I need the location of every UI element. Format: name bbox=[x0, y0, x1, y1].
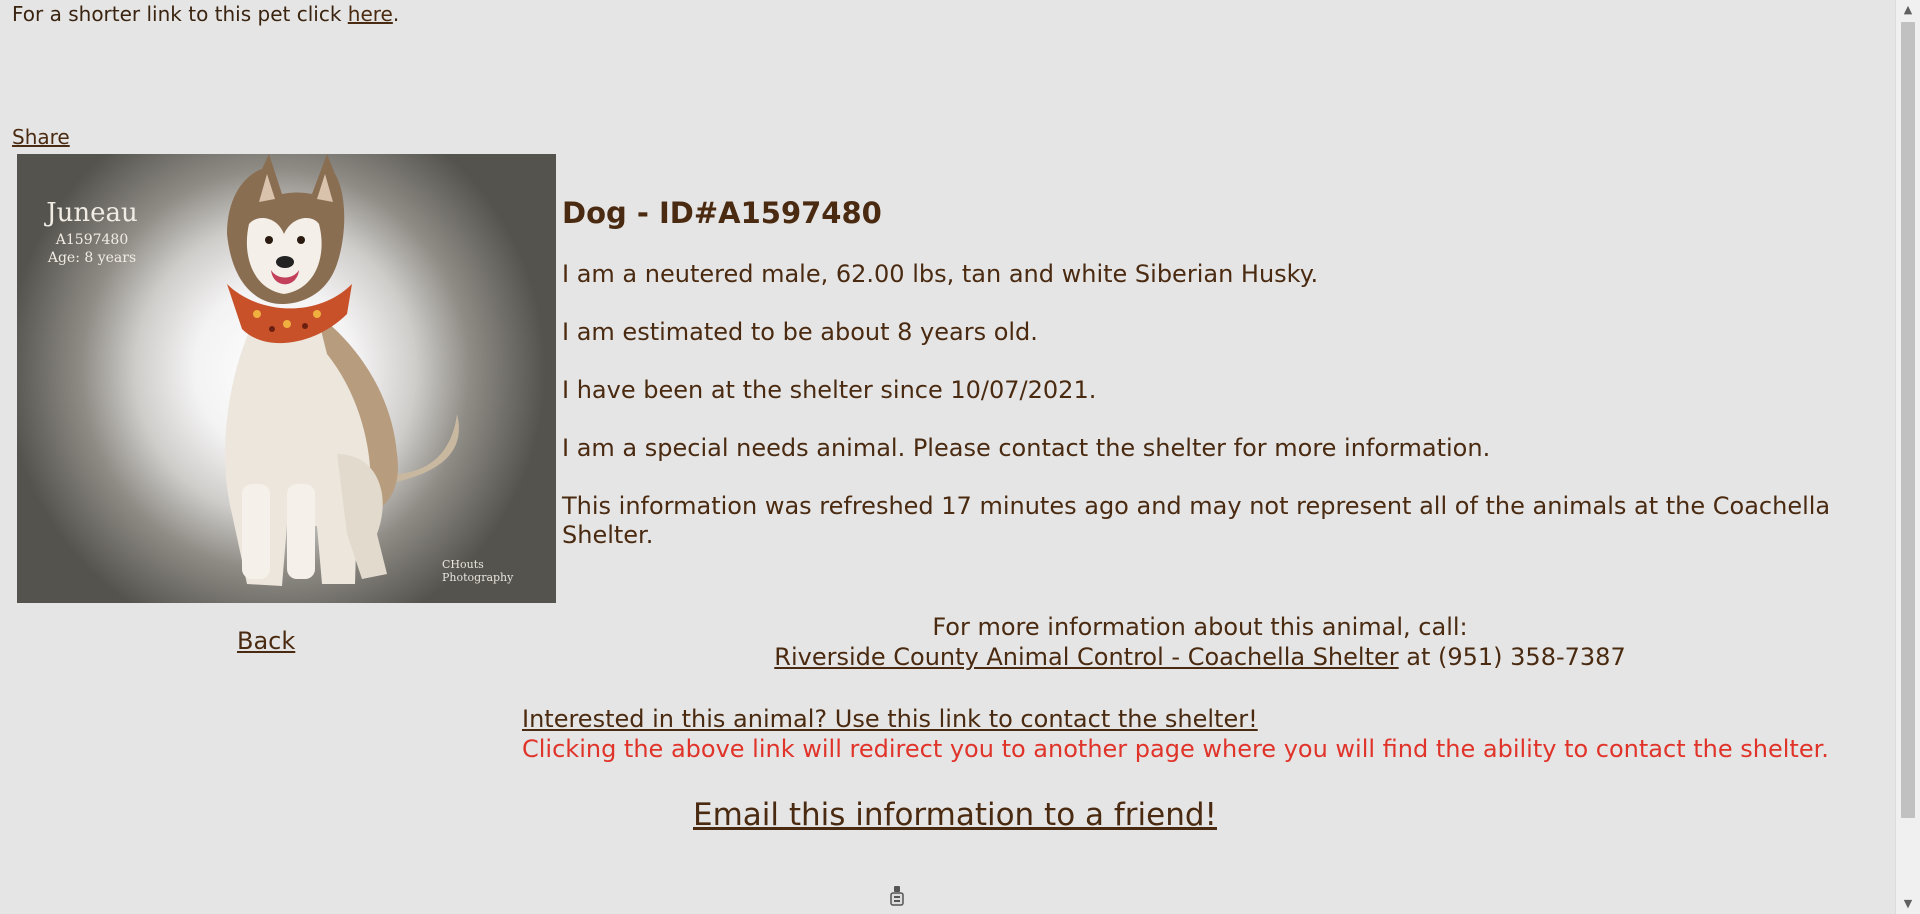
email-friend-link[interactable]: Email this information to a friend! bbox=[693, 797, 1217, 833]
animal-special-needs: I am a special needs animal. Please cont… bbox=[562, 434, 1491, 462]
animal-age: I am estimated to be about 8 years old. bbox=[562, 318, 1038, 346]
refresh-note: This information was refreshed 17 minute… bbox=[562, 492, 1831, 549]
vertical-scrollbar[interactable]: ▲ ▼ bbox=[1895, 0, 1920, 914]
animal-intake-date: I have been at the shelter since 10/07/2… bbox=[562, 376, 1097, 404]
contact-shelter-link[interactable]: Interested in this animal? Use this link… bbox=[522, 705, 1258, 733]
photo-credit-line1: CHouts bbox=[442, 558, 484, 571]
animal-heading: Dog - ID#A1597480 bbox=[562, 196, 882, 230]
contact-info: For more information about this animal, … bbox=[562, 612, 1838, 672]
pet-photo: Juneau A1597480 Age: 8 years CHouts Phot… bbox=[17, 154, 556, 603]
redirect-warning: Clicking the above link will redirect yo… bbox=[522, 735, 1829, 763]
scroll-up-icon[interactable]: ▲ bbox=[1896, 0, 1920, 20]
pet-detail-page: For a shorter link to this pet click her… bbox=[0, 0, 1920, 914]
short-link-prefix: For a shorter link to this pet click bbox=[12, 2, 348, 26]
husky-illustration bbox=[225, 154, 459, 586]
photo-pet-age: Age: 8 years bbox=[47, 250, 137, 266]
animal-info: Dog - ID#A1597480 I am a neutered male, … bbox=[562, 196, 1852, 579]
short-link-suffix: . bbox=[392, 2, 400, 26]
share-link[interactable]: Share bbox=[12, 125, 70, 149]
contact-intro: For more information about this animal, … bbox=[932, 613, 1468, 641]
shelter-link[interactable]: Riverside County Animal Control - Coache… bbox=[774, 643, 1398, 671]
interest-block: Interested in this animal? Use this link… bbox=[522, 704, 1829, 764]
photo-credit-line2: Photography bbox=[442, 571, 514, 584]
scroll-down-icon[interactable]: ▼ bbox=[1896, 894, 1920, 914]
back-link[interactable]: Back bbox=[237, 627, 295, 655]
photo-name-tag: Juneau A1597480 Age: 8 years bbox=[17, 198, 167, 266]
loading-spinner-icon bbox=[888, 886, 906, 914]
photo-pet-name: Juneau bbox=[46, 198, 138, 228]
short-link-here[interactable]: here bbox=[348, 2, 393, 26]
contact-line: Riverside County Animal Control - Coache… bbox=[562, 642, 1838, 672]
animal-description: I am a neutered male, 62.00 lbs, tan and… bbox=[562, 260, 1319, 288]
photo-pet-id: A1597480 bbox=[55, 232, 129, 248]
short-link-line: For a shorter link to this pet click her… bbox=[12, 2, 399, 26]
photo-credit: CHouts Photography bbox=[442, 558, 513, 584]
scrollbar-thumb[interactable] bbox=[1901, 22, 1915, 818]
shelter-phone: at (951) 358-7387 bbox=[1398, 643, 1626, 671]
